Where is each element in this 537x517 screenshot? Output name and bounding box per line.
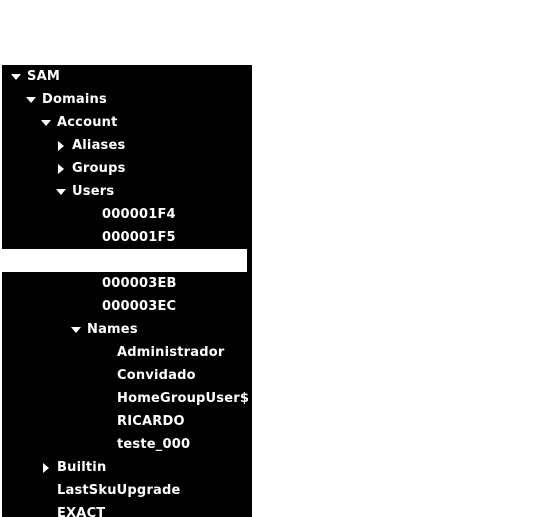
registry-tree-panel[interactable]: SAM Domains Account Aliases Groups Users 00000… [2, 65, 252, 517]
tree-row[interactable]: Aliases [2, 134, 252, 157]
tree-row[interactable]: EXACT [2, 502, 252, 517]
tree-row-label: Convidado [117, 368, 196, 383]
tree-row[interactable]: HomeGroupUser$ [2, 387, 252, 410]
chevron-down-icon[interactable] [70, 318, 83, 341]
chevron-right-icon[interactable] [55, 157, 68, 180]
tree-row-label: 000001F4 [102, 207, 176, 222]
tree-row-selected[interactable] [2, 249, 247, 272]
tree-twisty-placeholder [40, 502, 53, 517]
tree-row-label: 000001F5 [102, 230, 176, 245]
tree-row[interactable]: Administrador [2, 341, 252, 364]
tree-row[interactable]: 000003EC [2, 295, 252, 318]
tree-row[interactable]: Users [2, 180, 252, 203]
tree-twisty-placeholder [85, 272, 98, 295]
tree-row-label: SAM [27, 69, 60, 84]
tree-row[interactable]: Account [2, 111, 252, 134]
screenshot-root: SAM Domains Account Aliases Groups Users 00000… [0, 0, 537, 517]
tree-row[interactable]: 000003EB [2, 272, 252, 295]
tree-twisty-placeholder [40, 479, 53, 502]
tree-row-label: Groups [72, 161, 126, 176]
tree-row-label: EXACT [57, 506, 106, 517]
tree-row-label: 000003EB [102, 276, 177, 291]
tree-row-label: LastSkuUpgrade [57, 483, 181, 498]
tree-row-label: Account [57, 115, 118, 130]
tree-row[interactable]: LastSkuUpgrade [2, 479, 252, 502]
chevron-down-icon[interactable] [25, 88, 38, 111]
tree-row-label: RICARDO [117, 414, 185, 429]
tree-row[interactable]: Names [2, 318, 252, 341]
tree-row[interactable]: 000001F4 [2, 203, 252, 226]
tree-row-label: Aliases [72, 138, 126, 153]
tree-row-label: teste_000 [117, 437, 191, 452]
tree-row-label: 000003EC [102, 299, 177, 314]
chevron-down-icon[interactable] [10, 65, 23, 88]
tree-twisty-placeholder [100, 364, 113, 387]
tree-row[interactable]: Convidado [2, 364, 252, 387]
tree-twisty-placeholder [100, 410, 113, 433]
tree-row[interactable]: 000001F5 [2, 226, 252, 249]
tree-row-label: Domains [42, 92, 107, 107]
tree-row-label: Users [72, 184, 115, 199]
tree-row[interactable]: Builtin [2, 456, 252, 479]
tree-row-label: Names [87, 322, 138, 337]
chevron-right-icon[interactable] [55, 134, 68, 157]
chevron-down-icon[interactable] [40, 111, 53, 134]
chevron-right-icon[interactable] [40, 456, 53, 479]
tree-twisty-placeholder [100, 433, 113, 456]
tree-twisty-placeholder [100, 341, 113, 364]
tree-row[interactable]: SAM [2, 65, 252, 88]
tree-row-label: Builtin [57, 460, 107, 475]
tree-twisty-placeholder [100, 387, 113, 410]
tree-row[interactable]: Domains [2, 88, 252, 111]
tree-twisty-placeholder [85, 203, 98, 226]
tree-row[interactable]: teste_000 [2, 433, 252, 456]
tree-twisty-placeholder [85, 249, 98, 272]
tree-twisty-placeholder [85, 295, 98, 318]
chevron-down-icon[interactable] [55, 180, 68, 203]
tree-row-label: Administrador [117, 345, 225, 360]
tree-row[interactable]: Groups [2, 157, 252, 180]
tree-row[interactable]: RICARDO [2, 410, 252, 433]
tree-twisty-placeholder [85, 226, 98, 249]
tree-row-label: HomeGroupUser$ [117, 391, 250, 406]
